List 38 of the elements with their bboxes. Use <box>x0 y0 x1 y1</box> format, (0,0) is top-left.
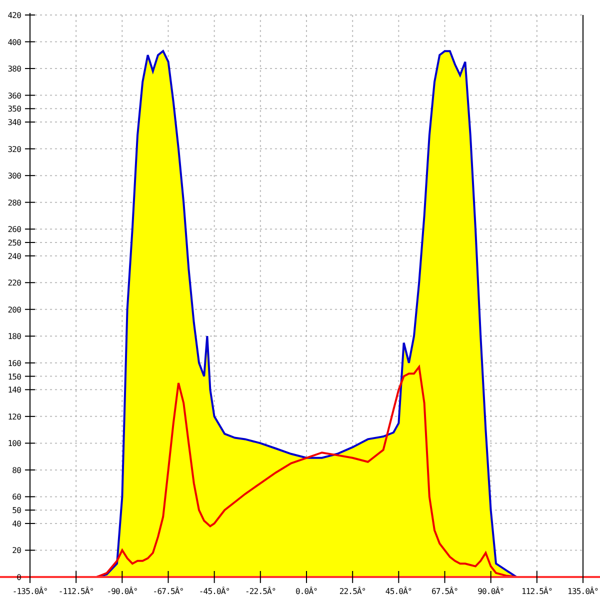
tick-label: 22.5Â° <box>339 587 366 596</box>
tick-label: 140 <box>8 386 21 395</box>
tick-label: 60 <box>12 492 21 502</box>
tick-label: 40 <box>12 519 21 528</box>
tick-label: 380 <box>8 64 21 74</box>
tick-label: 240 <box>8 252 21 261</box>
tick-label: 90.0Â° <box>478 587 504 596</box>
tick-label: 100 <box>8 439 21 448</box>
tick-label: 420 <box>8 11 21 20</box>
tick-label: 360 <box>8 91 21 100</box>
tick-label: -45.0Â° <box>198 587 230 596</box>
tick-label: -67.5Â° <box>152 587 184 596</box>
tick-label: 200 <box>8 305 21 314</box>
tick-label: 350 <box>8 104 21 114</box>
tick-label: 45.0Â° <box>385 587 412 596</box>
tick-label: 250 <box>8 238 21 248</box>
tick-label: 220 <box>8 278 21 288</box>
tick-label: -135.0Â° <box>12 587 48 596</box>
tick-label: 300 <box>8 172 21 181</box>
tick-label: -112.5Â° <box>58 587 94 596</box>
tick-label: 160 <box>8 358 21 368</box>
tick-label: 20 <box>12 546 21 556</box>
tick-label: 150 <box>8 372 21 382</box>
tick-label: 120 <box>8 412 21 422</box>
tick-label: 67.5Â° <box>432 587 458 596</box>
tick-label: 280 <box>8 198 21 208</box>
tick-label: -22.5Â° <box>244 587 276 596</box>
tick-label: 135.0Â° <box>568 587 598 596</box>
tick-label: 320 <box>8 144 21 154</box>
tick-label: 400 <box>8 38 21 47</box>
tick-label: 340 <box>8 118 21 128</box>
tick-label: -90.0Â° <box>106 587 138 596</box>
tick-label: 260 <box>8 225 21 234</box>
tick-label: 180 <box>8 332 21 342</box>
tick-label: 50 <box>12 506 21 516</box>
tick-label: 112.5Â° <box>521 587 552 596</box>
tick-label: 0.0Â° <box>295 587 318 596</box>
tick-label: 80 <box>12 466 21 475</box>
